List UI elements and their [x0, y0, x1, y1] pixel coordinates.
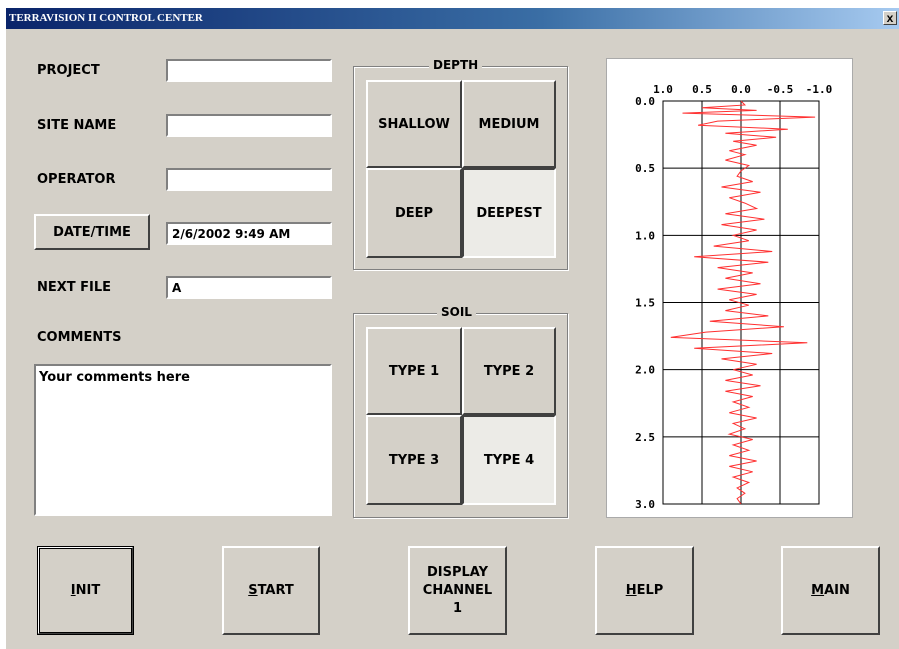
y-tick-label: 1.0 — [635, 229, 655, 242]
depth-shallow-button[interactable]: SHALLOW — [366, 80, 462, 168]
title-bar[interactable]: TERRAVISION II CONTROL CENTER x — [6, 8, 899, 29]
comments-textarea[interactable]: Your comments here — [34, 364, 332, 516]
soil-group-title: SOIL — [437, 305, 476, 319]
y-tick-label: 2.5 — [635, 431, 655, 444]
comments-label: COMMENTS — [37, 330, 122, 345]
depth-deep-label: DEEP — [394, 205, 434, 221]
operator-input[interactable] — [166, 168, 332, 191]
soil-type2-label: TYPE 2 — [483, 363, 535, 379]
soil-type3-label: TYPE 3 — [388, 452, 440, 468]
y-tick-label: 3.0 — [635, 498, 655, 511]
y-tick-label: 0.0 — [635, 95, 655, 108]
y-tick-label: 0.5 — [635, 162, 655, 175]
depth-group-title: DEPTH — [429, 58, 483, 72]
site-name-input[interactable] — [166, 114, 332, 137]
x-tick-label: -0.5 — [767, 83, 794, 96]
project-label: PROJECT — [37, 63, 100, 78]
depth-deepest-label: DEEPEST — [476, 205, 542, 221]
x-tick-label: 0.0 — [731, 83, 751, 96]
site-name-label: SITE NAME — [37, 118, 117, 133]
soil-type1-label: TYPE 1 — [388, 363, 440, 379]
soil-type3-button[interactable]: TYPE 3 — [366, 415, 462, 505]
soil-type4-label: TYPE 4 — [483, 452, 535, 468]
x-tick-label: 0.5 — [692, 83, 712, 96]
depth-signal-chart: 1.0 0.5 0.0 -0.5 -1.0 0.0 0.5 1.0 1.5 2.0 2.5 3.0 — [635, 83, 833, 511]
start-button-label: START — [248, 583, 294, 598]
help-button-label: HELP — [625, 583, 664, 598]
depth-signal-plot: 1.0 0.5 0.0 -0.5 -1.0 0.0 0.5 1.0 1.5 2.0 2.5 3.0 — [606, 58, 853, 518]
close-icon[interactable]: x — [883, 11, 897, 25]
depth-shallow-label: SHALLOW — [378, 116, 450, 132]
depth-medium-button[interactable]: MEDIUM — [462, 80, 556, 168]
depth-medium-label: MEDIUM — [478, 116, 540, 132]
x-tick-label: 1.0 — [653, 83, 673, 96]
main-button-label: MAIN — [811, 583, 850, 598]
window-title: TERRAVISION II CONTROL CENTER — [9, 12, 203, 24]
soil-type2-button[interactable]: TYPE 2 — [462, 327, 556, 415]
soil-type1-button[interactable]: TYPE 1 — [366, 327, 462, 415]
date-time-button-label: DATE/TIME — [53, 224, 131, 240]
y-tick-label: 2.0 — [635, 364, 655, 377]
date-time-button[interactable]: DATE/TIME — [34, 214, 150, 250]
next-file-input[interactable]: A — [166, 276, 332, 299]
init-button-label: INIT — [70, 583, 101, 598]
next-file-label: NEXT FILE — [37, 280, 112, 295]
main-button[interactable]: MAIN — [781, 546, 880, 635]
init-button[interactable]: INIT — [37, 546, 134, 635]
display-channel-button[interactable]: DISPLAY CHANNEL 1 — [408, 546, 507, 635]
date-time-field[interactable]: 2/6/2002 9:49 AM — [166, 222, 332, 245]
display-channel-button-label: DISPLAY CHANNEL 1 — [422, 564, 493, 616]
help-button[interactable]: HELP — [595, 546, 694, 635]
start-button[interactable]: START — [222, 546, 320, 635]
x-tick-label: -1.0 — [806, 83, 833, 96]
y-tick-label: 1.5 — [635, 297, 655, 310]
depth-deep-button[interactable]: DEEP — [366, 168, 462, 258]
operator-label: OPERATOR — [37, 172, 116, 187]
project-input[interactable] — [166, 59, 332, 82]
soil-type4-button[interactable]: TYPE 4 — [462, 415, 556, 505]
depth-deepest-button[interactable]: DEEPEST — [462, 168, 556, 258]
